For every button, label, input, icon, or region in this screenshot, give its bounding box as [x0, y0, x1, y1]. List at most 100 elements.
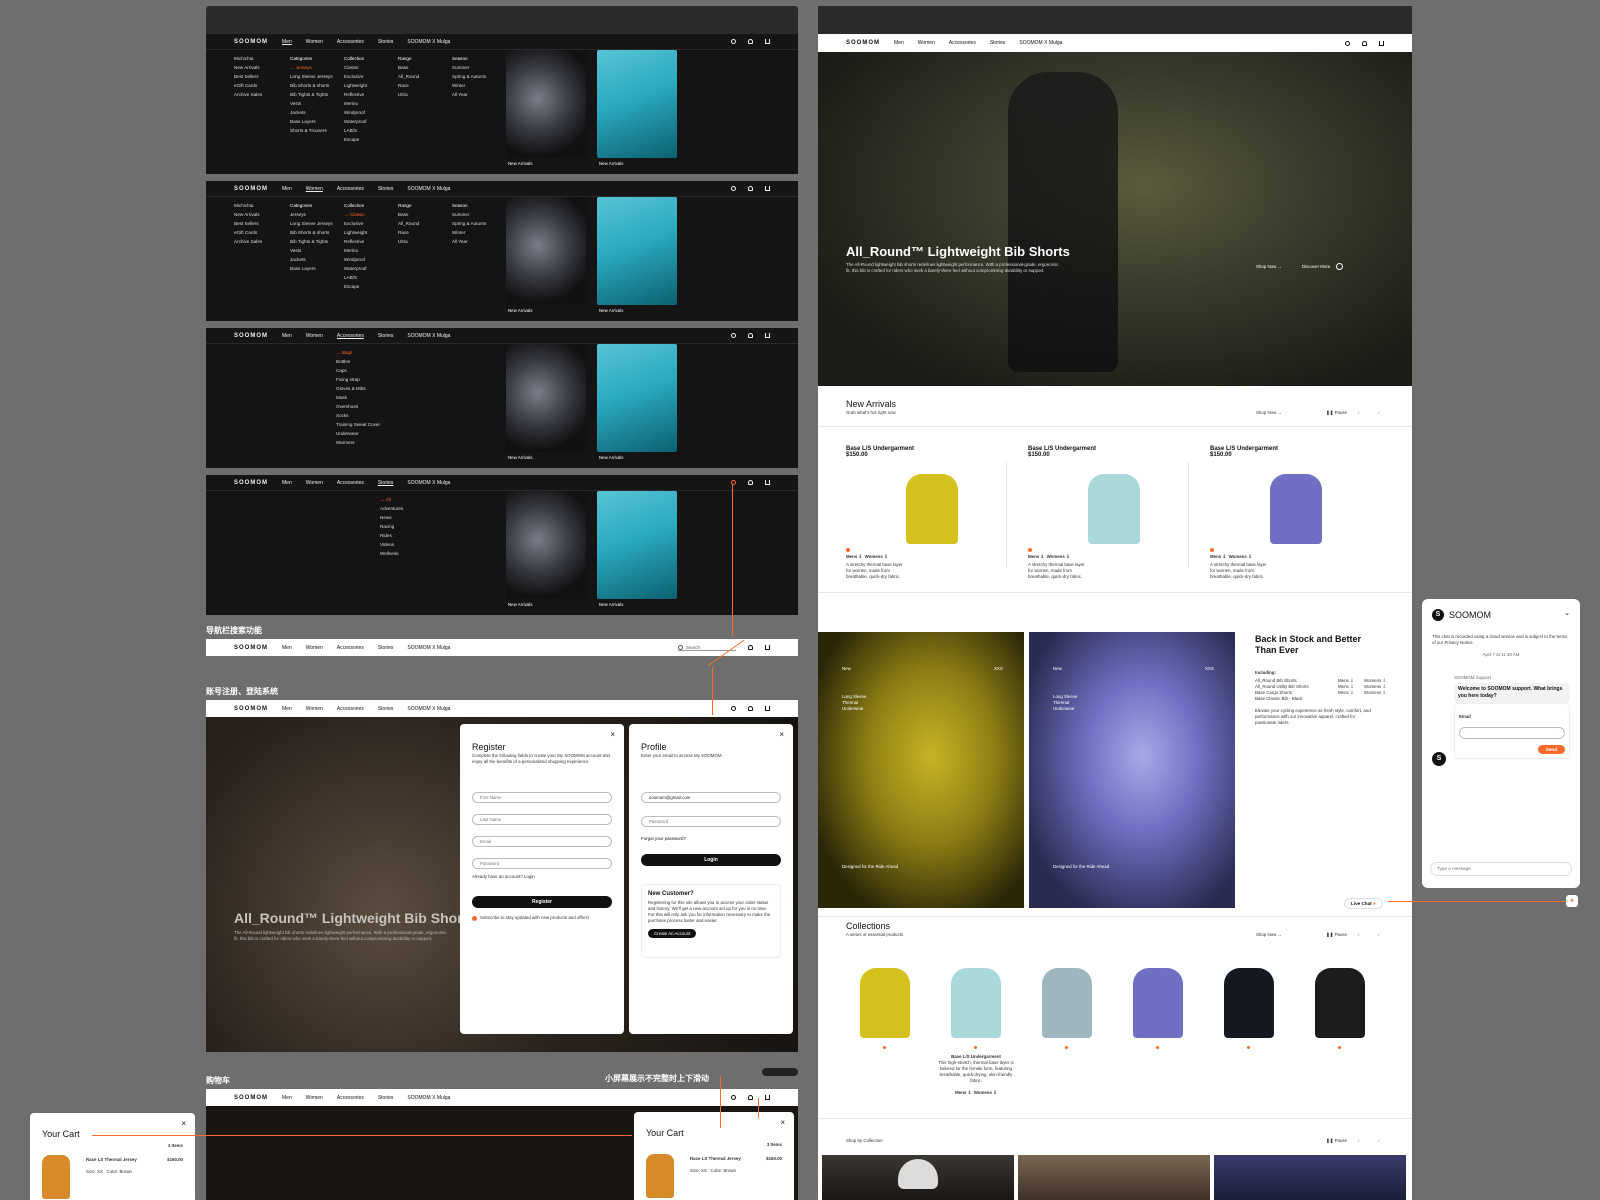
collection-product-image[interactable]: [1315, 968, 1365, 1038]
menu-image-1[interactable]: [506, 491, 586, 599]
collections-shop-link[interactable]: Shop Now →: [1256, 932, 1282, 938]
nav-women[interactable]: Women: [306, 333, 323, 339]
nav-women[interactable]: Women: [306, 1095, 323, 1101]
list-item[interactable]: Base Classic Bib - Black: [1255, 696, 1309, 702]
next-arrow-icon[interactable]: ›: [1378, 410, 1379, 416]
cart-item-name[interactable]: Race LS Thermal Jersey: [86, 1157, 137, 1163]
search-icon[interactable]: [1345, 40, 1350, 46]
chevron-down-icon[interactable]: ⌄: [1564, 609, 1570, 617]
cart-item-image[interactable]: [646, 1154, 674, 1198]
prev-arrow-icon[interactable]: ‹: [1358, 1138, 1359, 1144]
color-swatch[interactable]: [1156, 1046, 1159, 1049]
nav-accessories[interactable]: Accessories: [337, 645, 364, 651]
collection-product-image[interactable]: [860, 968, 910, 1038]
nav-men[interactable]: Men: [282, 706, 292, 712]
collection-tile[interactable]: [822, 1155, 1014, 1200]
nav-men[interactable]: Men: [282, 186, 292, 192]
nav-men[interactable]: Men: [894, 40, 904, 46]
feature-panel-purple[interactable]: New XXS Long Sleeve Thermal Underwear Desi…: [1029, 632, 1235, 908]
color-swatch[interactable]: [883, 1046, 886, 1049]
forgot-password-link[interactable]: Forgot your password?: [641, 836, 686, 842]
nav-women[interactable]: Women: [306, 645, 323, 651]
nav-women[interactable]: Women: [918, 40, 935, 46]
cart-icon[interactable]: [765, 39, 770, 44]
close-icon[interactable]: ×: [181, 1119, 186, 1128]
nav-stories[interactable]: Stories: [378, 706, 394, 712]
logo[interactable]: SOOMOM: [846, 40, 880, 46]
login-button[interactable]: Login: [641, 854, 781, 866]
collection-product-image[interactable]: [951, 968, 1001, 1038]
nav-women[interactable]: Women: [306, 706, 323, 712]
user-icon[interactable]: [748, 333, 753, 338]
logo[interactable]: SOOMOM: [234, 645, 268, 651]
user-icon[interactable]: [748, 1095, 753, 1100]
collection-tile[interactable]: [1018, 1155, 1210, 1200]
logo[interactable]: SOOMOM: [234, 186, 268, 192]
search-icon[interactable]: [731, 333, 736, 338]
product-image[interactable]: [1270, 474, 1322, 544]
nav-accessories[interactable]: Accessories: [337, 333, 364, 339]
nav-accessories[interactable]: Accessories: [337, 39, 364, 45]
new-arrivals-shop-link[interactable]: Shop Now →: [1256, 410, 1282, 416]
feature-panel-yellow[interactable]: New XXS Long Sleeve Thermal Underwear Desi…: [818, 632, 1024, 908]
chat-message-input[interactable]: Type a message: [1430, 862, 1572, 876]
menu-image-1[interactable]: [506, 344, 586, 452]
next-arrow-icon[interactable]: ›: [1378, 1138, 1379, 1144]
nav-collab[interactable]: SOOMOM X Mulga: [407, 645, 450, 651]
pause-button[interactable]: ❚❚ Pause: [1326, 410, 1347, 416]
prev-arrow-icon[interactable]: ‹: [1358, 932, 1359, 938]
nav-accessories[interactable]: Accessories: [949, 40, 976, 46]
nav-collab[interactable]: SOOMOM X Mulga: [407, 39, 450, 45]
nav-collab[interactable]: SOOMOM X Mulga: [407, 333, 450, 339]
color-swatch[interactable]: [1065, 1046, 1068, 1049]
nav-collab[interactable]: SOOMOM X Mulga: [1019, 40, 1062, 46]
logo[interactable]: SOOMOM: [234, 333, 268, 339]
color-swatch[interactable]: [974, 1046, 977, 1049]
cart-icon[interactable]: [765, 1095, 770, 1100]
cart-icon[interactable]: [765, 480, 770, 485]
color-swatch[interactable]: [1247, 1046, 1250, 1049]
last-name-field[interactable]: Last Name: [472, 814, 612, 825]
product-card[interactable]: Base L/S Undergarment $150.00 Mens ⇩ Wom…: [846, 446, 996, 586]
nav-women[interactable]: Women: [306, 480, 323, 486]
cart-item-image[interactable]: [42, 1155, 70, 1199]
menu-image-2[interactable]: [597, 491, 677, 599]
hero-discover-link[interactable]: Discover More: [1302, 264, 1330, 270]
user-icon[interactable]: [748, 645, 753, 650]
login-link[interactable]: Already have an account? Login: [472, 874, 535, 880]
close-icon[interactable]: ×: [610, 730, 615, 739]
logo[interactable]: SOOMOM: [234, 480, 268, 486]
cart-icon[interactable]: [1379, 40, 1384, 46]
user-icon[interactable]: [1362, 40, 1367, 46]
nav-men[interactable]: Men: [282, 1095, 292, 1101]
product-card[interactable]: Base L/S Undergarment $150.00 Mens ⇩ Wom…: [1028, 446, 1178, 586]
color-swatch[interactable]: [1338, 1046, 1341, 1049]
nav-men[interactable]: Men: [282, 333, 292, 339]
nav-collab[interactable]: SOOMOM X Mulga: [407, 706, 450, 712]
register-button[interactable]: Register: [472, 896, 612, 908]
password-field[interactable]: Password: [641, 816, 781, 827]
nav-stories[interactable]: Stories: [378, 1095, 394, 1101]
email-input[interactable]: soomom@gmail.com: [641, 792, 781, 803]
nav-accessories[interactable]: Accessories: [337, 186, 364, 192]
nav-women[interactable]: Women: [306, 39, 323, 45]
logo[interactable]: SOOMOM: [234, 706, 268, 712]
nav-stories[interactable]: Stories: [378, 480, 394, 486]
product-card[interactable]: Base L/S Undergarment $150.00 Mens ⇩ Wom…: [1210, 446, 1360, 586]
cart-item-name[interactable]: Race LS Thermal Jersey: [690, 1156, 741, 1162]
nav-collab[interactable]: SOOMOM X Mulga: [407, 186, 450, 192]
prev-arrow-icon[interactable]: ‹: [1358, 410, 1359, 416]
menu-image-2[interactable]: [597, 50, 677, 158]
search-icon[interactable]: [731, 186, 736, 191]
live-chat-button[interactable]: Live Chat ●: [1344, 898, 1383, 909]
color-swatch[interactable]: [846, 548, 850, 552]
nav-stories[interactable]: Stories: [378, 186, 394, 192]
nav-women[interactable]: Women: [306, 186, 323, 192]
search-icon[interactable]: [731, 1095, 736, 1100]
logo[interactable]: SOOMOM: [234, 1095, 268, 1101]
chat-launcher-icon[interactable]: ●: [1566, 895, 1578, 907]
cart-icon[interactable]: [765, 333, 770, 338]
chat-email-input[interactable]: [1459, 727, 1565, 739]
search-icon[interactable]: [731, 706, 736, 711]
collection-product-image[interactable]: [1224, 968, 1274, 1038]
